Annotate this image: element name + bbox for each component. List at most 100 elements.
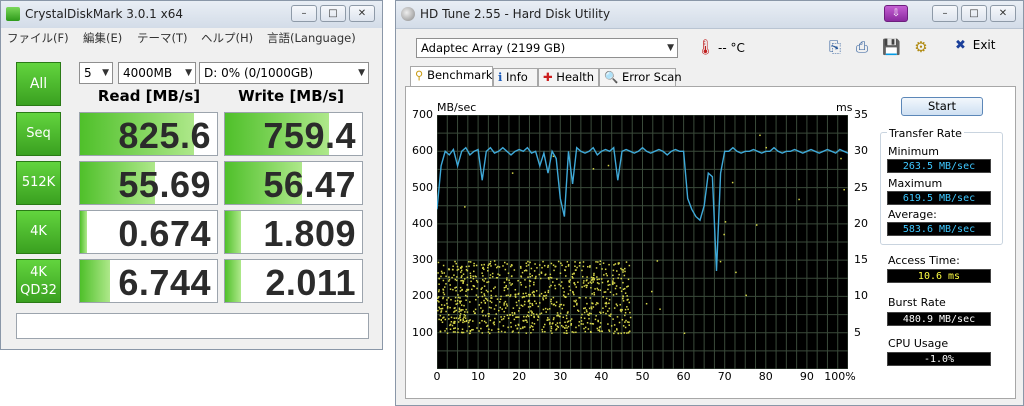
access-time-point bbox=[468, 319, 470, 322]
access-time-point bbox=[446, 299, 448, 301]
access-time-point bbox=[603, 274, 605, 276]
access-time-point bbox=[447, 314, 450, 316]
access-time-point bbox=[624, 267, 626, 270]
4k-qd32-button[interactable]: 4K QD32 bbox=[16, 259, 61, 303]
access-time-point bbox=[561, 264, 563, 267]
access-time-point bbox=[485, 289, 488, 292]
access-time-point bbox=[582, 323, 584, 325]
tab-info[interactable]: ℹ Info bbox=[493, 68, 538, 87]
access-time-point bbox=[487, 264, 490, 267]
copy-screenshot-icon[interactable]: ⎙ bbox=[853, 38, 871, 56]
access-time-point bbox=[613, 307, 616, 309]
access-time-point bbox=[455, 262, 457, 265]
access-time-point bbox=[622, 281, 624, 284]
menu-file[interactable]: ファイル(F) bbox=[7, 30, 69, 46]
access-time-point bbox=[467, 321, 470, 324]
512k-button[interactable]: 512K bbox=[16, 161, 61, 205]
access-time-point bbox=[553, 317, 555, 319]
access-time-point bbox=[590, 286, 592, 289]
access-time-point bbox=[488, 306, 491, 309]
access-time-point bbox=[581, 275, 584, 278]
access-time-point bbox=[533, 323, 536, 325]
access-time-point bbox=[454, 287, 456, 289]
comment-field[interactable] bbox=[16, 313, 369, 339]
hdt-titlebar[interactable]: HD Tune 2.55 - Hard Disk Utility ⇩ – □ ✕ bbox=[396, 1, 1023, 29]
4k-qd32-read-value: 6.744 bbox=[118, 262, 211, 303]
tab-benchmark[interactable]: ⚲ Benchmark bbox=[410, 66, 493, 87]
tab-health[interactable]: ✚ Health bbox=[538, 68, 599, 87]
test-size-select[interactable]: 4000MB ▼ bbox=[118, 62, 196, 84]
access-time-point bbox=[565, 296, 567, 298]
access-time-point bbox=[520, 276, 523, 278]
access-time-point bbox=[622, 325, 625, 327]
transfer-rate-chart bbox=[436, 114, 849, 370]
access-time-point bbox=[481, 332, 484, 334]
minimize-button[interactable]: – bbox=[291, 5, 317, 22]
drive-value: D: 0% (0/1000GB) bbox=[204, 66, 314, 80]
access-time-point bbox=[529, 261, 531, 264]
access-time-point bbox=[486, 281, 488, 284]
access-time-point bbox=[437, 290, 440, 293]
access-time-point bbox=[503, 286, 506, 289]
access-time-point bbox=[531, 274, 534, 277]
options-icon[interactable]: ⚙ bbox=[912, 38, 930, 56]
access-time-point bbox=[499, 298, 502, 300]
access-time-point bbox=[584, 330, 587, 333]
access-time-point bbox=[530, 325, 533, 327]
cdm-titlebar[interactable]: CrystalDiskMark 3.0.1 x64 – □ ✕ bbox=[1, 1, 382, 29]
maximize-button[interactable]: □ bbox=[961, 5, 987, 22]
maximum-label: Maximum bbox=[888, 177, 943, 190]
access-time-point bbox=[624, 292, 627, 294]
access-time-point bbox=[516, 316, 518, 318]
menu-help[interactable]: ヘルプ(H) bbox=[201, 30, 253, 46]
hdt-window-title: HD Tune 2.55 - Hard Disk Utility bbox=[420, 7, 611, 21]
exit-icon: ✖ bbox=[955, 38, 966, 53]
download-icon[interactable]: ⇩ bbox=[884, 5, 908, 22]
access-time-point bbox=[563, 304, 565, 306]
access-time-point bbox=[525, 332, 528, 334]
access-time-point bbox=[605, 312, 607, 315]
start-button[interactable]: Start bbox=[901, 97, 983, 116]
seq-button[interactable]: Seq bbox=[16, 112, 61, 156]
access-time-point bbox=[531, 322, 534, 324]
access-time-point bbox=[565, 314, 568, 317]
y-left-tick-label: 100 bbox=[412, 325, 433, 339]
menu-edit[interactable]: 編集(E) bbox=[83, 30, 122, 46]
access-time-point bbox=[499, 306, 502, 309]
maximize-button[interactable]: □ bbox=[320, 5, 346, 22]
save-icon[interactable]: 💾 bbox=[882, 38, 901, 56]
exit-button[interactable]: ✖ Exit bbox=[955, 38, 995, 56]
copy-text-icon[interactable]: ⎘ bbox=[826, 38, 844, 56]
close-button[interactable]: ✕ bbox=[349, 5, 375, 22]
access-time-point bbox=[560, 262, 562, 265]
access-time-point bbox=[472, 310, 475, 313]
access-time-point bbox=[623, 332, 626, 334]
seq-write-cell: 759.4 bbox=[224, 112, 363, 156]
access-time-point bbox=[495, 304, 497, 307]
hdt-drive-select[interactable]: Adaptec Array (2199 GB) ▼ bbox=[416, 38, 678, 58]
minimize-button[interactable]: – bbox=[932, 5, 958, 22]
access-time-point bbox=[506, 314, 509, 317]
access-time-point bbox=[460, 310, 462, 312]
access-time-point bbox=[566, 261, 569, 263]
4k-button[interactable]: 4K bbox=[16, 210, 61, 254]
chevron-down-icon: ▼ bbox=[185, 68, 192, 78]
access-time-point bbox=[497, 265, 499, 268]
all-button[interactable]: All bbox=[16, 62, 61, 106]
access-time-point bbox=[602, 262, 605, 264]
access-time-point bbox=[446, 332, 449, 335]
access-time-point bbox=[731, 181, 734, 184]
access-time-point bbox=[575, 286, 577, 288]
access-time-point bbox=[469, 272, 472, 275]
access-time-point bbox=[755, 224, 758, 226]
access-time-point bbox=[542, 308, 545, 311]
runs-select[interactable]: 5 ▼ bbox=[79, 62, 113, 84]
drive-select[interactable]: D: 0% (0/1000GB) ▼ bbox=[199, 62, 369, 84]
menu-language[interactable]: 言語(Language) bbox=[267, 30, 356, 46]
access-time-point bbox=[539, 313, 541, 315]
tab-error-scan[interactable]: 🔍 Error Scan bbox=[599, 68, 682, 87]
close-button[interactable]: ✕ bbox=[990, 5, 1016, 22]
access-time-point bbox=[483, 320, 486, 323]
access-time-point bbox=[525, 295, 528, 297]
menu-theme[interactable]: テーマ(T) bbox=[137, 30, 188, 46]
